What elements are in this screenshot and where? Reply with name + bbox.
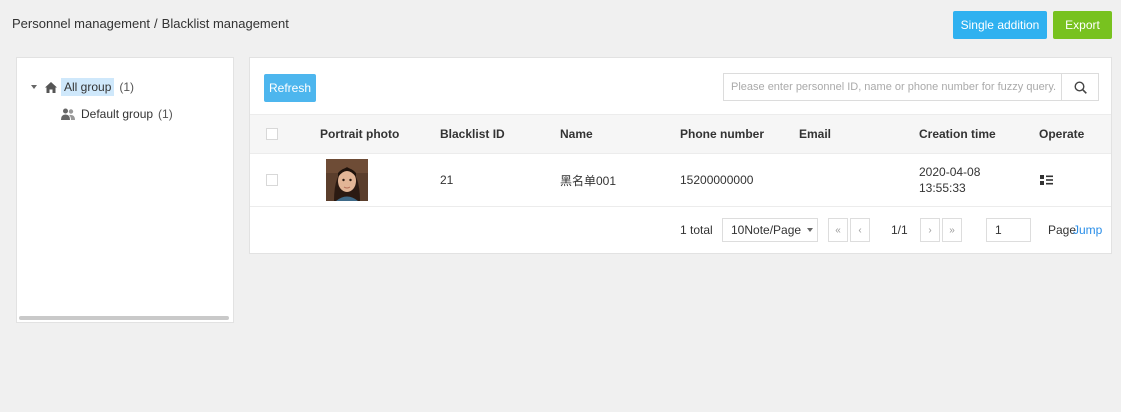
portrait-photo[interactable] <box>326 159 368 201</box>
top-bar: Personnel management / Blacklist managemen… <box>0 0 1121 46</box>
jump-link[interactable]: Jump <box>1073 218 1102 242</box>
horizontal-scrollbar[interactable] <box>19 316 229 320</box>
column-header: Operate <box>1039 127 1085 141</box>
first-page-button[interactable]: « <box>828 218 848 242</box>
blacklist-table: Portrait photo Blacklist ID Name Phone n… <box>250 114 1111 207</box>
search-input[interactable] <box>724 74 1073 100</box>
breadcrumb-separator: / <box>154 16 158 31</box>
person-name: 黑名单001 <box>560 173 617 188</box>
blacklist-id: 21 <box>440 173 454 187</box>
next-page-button[interactable]: › <box>920 218 940 242</box>
search-button[interactable] <box>1061 74 1098 100</box>
export-button[interactable]: Export <box>1053 11 1112 39</box>
row-select-cell <box>266 154 278 206</box>
caret-down-icon[interactable] <box>31 85 37 89</box>
pagination: 1 total 10Note/Page « ‹ 1/1 › » 1 Page J… <box>250 210 1111 254</box>
column-header: Email <box>799 127 832 141</box>
creation-clock: 13:55:33 <box>919 181 966 195</box>
column-header: Blacklist ID <box>440 127 505 141</box>
tree-node-all-group[interactable]: All group (1) <box>31 78 134 96</box>
refresh-button[interactable]: Refresh <box>264 74 316 102</box>
single-addition-button[interactable]: Single addition <box>953 11 1047 39</box>
column-header: Name <box>560 127 593 141</box>
last-page-button[interactable]: » <box>942 218 962 242</box>
group-icon <box>61 108 75 120</box>
search-box <box>723 73 1099 101</box>
breadcrumb-parent[interactable]: Personnel management <box>12 16 150 31</box>
column-header: Portrait photo <box>320 127 400 141</box>
column-header: Creation time <box>919 127 996 141</box>
creation-date: 2020-04-08 <box>919 165 981 179</box>
details-menu-icon[interactable] <box>1040 174 1053 186</box>
page-size-select[interactable]: 10Note/Page <box>722 218 818 242</box>
table-row: 21 黑名单001 15200000000 2020-04-08 13:55:3… <box>250 154 1111 207</box>
page-indicator: 1/1 <box>891 223 908 237</box>
total-count: 1 total <box>680 223 713 237</box>
caret-down-icon <box>807 228 814 232</box>
tree-node-count: (1) <box>158 107 173 121</box>
row-checkbox[interactable] <box>266 174 278 186</box>
tree-node-label[interactable]: Default group <box>81 107 153 121</box>
select-all-cell <box>266 115 278 153</box>
page-size-value: 10Note/Page <box>731 223 802 237</box>
page-label: Page <box>1048 223 1077 237</box>
portrait-cell <box>326 154 368 206</box>
tree-node-count: (1) <box>119 80 135 94</box>
home-icon <box>45 81 57 93</box>
blacklist-panel: Refresh Portrait photo Blacklist ID Name… <box>249 57 1112 254</box>
breadcrumb-current: Blacklist management <box>161 16 289 31</box>
operate-cell <box>1040 154 1053 206</box>
phone-number: 15200000000 <box>680 173 754 187</box>
page-number-input[interactable]: 1 <box>986 218 1031 242</box>
tree-node-label[interactable]: All group <box>61 78 115 96</box>
column-header: Phone number <box>680 127 765 141</box>
group-tree-panel: All group (1) Default group (1) <box>16 57 234 323</box>
table-header: Portrait photo Blacklist ID Name Phone n… <box>250 114 1111 154</box>
search-icon <box>1073 80 1087 94</box>
tree-node-default-group[interactable]: Default group (1) <box>61 107 173 121</box>
prev-page-button[interactable]: ‹ <box>850 218 870 242</box>
select-all-checkbox[interactable] <box>266 128 278 140</box>
breadcrumb: Personnel management / Blacklist managemen… <box>12 16 289 31</box>
creation-time: 2020-04-08 13:55:33 <box>919 154 980 206</box>
